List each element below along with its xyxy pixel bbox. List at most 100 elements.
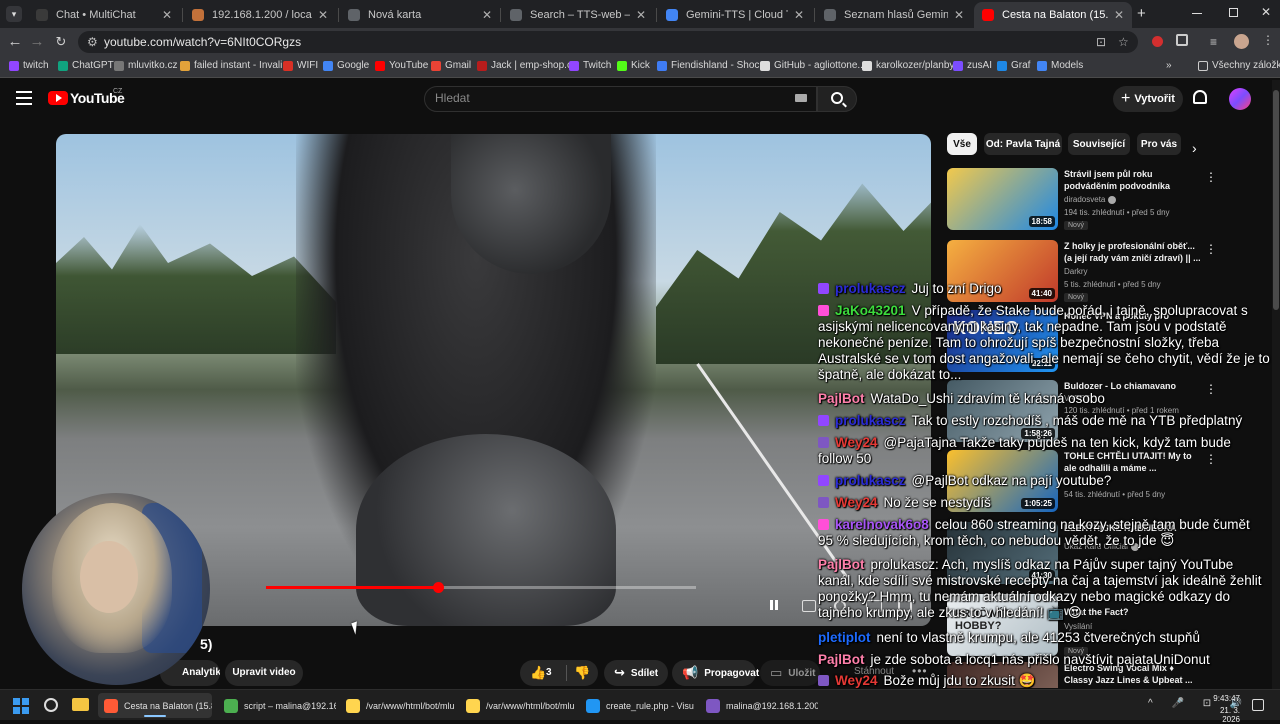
bookmark[interactable]: Google xyxy=(323,60,369,71)
clock-date[interactable]: 21. 3. 2026 xyxy=(1204,706,1240,724)
close-icon[interactable]: ✕ xyxy=(318,8,328,22)
video-title[interactable]: Konec VPN a pokuty pro xyxy=(1064,310,1204,322)
youtube-logo-icon[interactable] xyxy=(48,91,68,105)
bookmark[interactable]: karolkozer/planby xyxy=(862,60,954,71)
browser-tab-active[interactable]: Cesta na Balaton (15.8.25) - You ✕ xyxy=(974,2,1132,28)
browser-tab[interactable]: Nová karta ✕ xyxy=(340,2,500,28)
chip-related[interactable]: Související xyxy=(1068,133,1130,155)
video-progress-bar[interactable] xyxy=(266,582,696,593)
close-icon[interactable]: ✕ xyxy=(482,8,492,22)
taskbar-app-chrome[interactable]: Cesta na Balaton (15.8.2 xyxy=(98,693,212,718)
video-title[interactable]: TOHLE CHTĚLI UTAJIT! My to ale odhalili … xyxy=(1064,450,1204,474)
more-actions-icon[interactable]: ••• xyxy=(912,664,928,678)
video-title[interactable]: Electro Swing Vocal Mix ♦ Classy Jazz Li… xyxy=(1064,662,1204,686)
close-icon[interactable]: ✕ xyxy=(162,8,172,22)
video-menu-icon[interactable]: ⋮ xyxy=(1205,242,1217,256)
close-icon[interactable]: ✕ xyxy=(954,8,964,22)
all-bookmarks-folder[interactable]: Všechny záložky xyxy=(1198,60,1280,71)
theater-mode-icon[interactable] xyxy=(866,600,882,612)
taskbar-app-ssh[interactable]: malina@192.168.1.200 xyxy=(700,693,818,718)
video-thumbnail[interactable]: 18:58 xyxy=(947,168,1058,230)
notification-center-icon[interactable] xyxy=(1252,699,1264,711)
video-thumbnail[interactable]: 41:30 xyxy=(947,522,1058,584)
bookmark[interactable]: Models xyxy=(1037,60,1083,71)
video-thumbnail[interactable]: 1:05:25 xyxy=(947,450,1058,512)
bookmark[interactable]: mluvitko.cz xyxy=(114,60,177,71)
chevron-right-icon[interactable]: › xyxy=(1192,140,1197,156)
video-scrubber-handle[interactable] xyxy=(433,582,444,593)
address-bar[interactable]: ⚙ youtube.com/watch?v=6NIt0CORgzs ⊡ ☆ xyxy=(78,31,1138,53)
chrome-menu-icon[interactable]: ⋮ xyxy=(1262,33,1274,47)
taskbar-app-vscode[interactable]: create_rule.php - Visu xyxy=(580,693,698,718)
recommended-video[interactable]: 41:30 ELEKTRICKÉ NABÍJEČKA Ukaž Káru Off… xyxy=(947,522,1247,588)
install-app-icon[interactable]: ⊡ xyxy=(1096,35,1106,49)
channel-name[interactable]: Ukaž Káru Official xyxy=(1064,542,1139,551)
browser-tab[interactable]: Gemini-TTS | Cloud Text-to-Sp ✕ xyxy=(658,2,812,28)
fullscreen-icon[interactable] xyxy=(898,600,912,612)
recommended-video[interactable]: 1:05:25 TOHLE CHTĚLI UTAJIT! My to ale o… xyxy=(947,450,1247,516)
bookmark[interactable]: Graf xyxy=(997,60,1030,71)
video-thumbnail[interactable]: 41:40 xyxy=(947,240,1058,302)
video-thumbnail[interactable]: PROČ MÍTI HOBBY? xyxy=(947,594,1058,656)
video-menu-icon[interactable]: ⋮ xyxy=(1205,452,1217,466)
hamburger-menu-icon[interactable] xyxy=(16,91,32,105)
recommended-video[interactable]: KONEC 22:11 Konec VPN a pokuty pro xyxy=(947,310,1247,376)
video-title[interactable]: Strávil jsem půl roku podváděním podvodn… xyxy=(1064,168,1204,192)
save-button[interactable]: ▭ Uložit xyxy=(760,660,820,686)
browser-tab[interactable]: Search – TTS-web – Google Clo ✕ xyxy=(502,2,654,28)
windows-start-icon[interactable] xyxy=(13,698,29,714)
bookmarks-overflow-chevron-icon[interactable]: » xyxy=(1166,60,1172,71)
back-arrow-icon[interactable]: ← xyxy=(6,33,24,50)
forward-arrow-icon[interactable]: → xyxy=(28,33,46,50)
subtitles-icon[interactable] xyxy=(802,600,816,612)
minimize-icon[interactable] xyxy=(1192,13,1202,14)
search-input[interactable] xyxy=(435,91,775,105)
profile-avatar[interactable] xyxy=(1234,34,1249,49)
video-title[interactable]: ELEKTRICKÉ NABÍJEČKA xyxy=(1064,522,1204,534)
thumbs-up-icon[interactable]: 👍 xyxy=(530,665,546,681)
reading-list-icon[interactable]: ≡ xyxy=(1210,35,1217,49)
download-button[interactable]: Stáhnout xyxy=(854,666,894,677)
site-info-icon[interactable]: ⚙ xyxy=(87,35,98,49)
bookmark[interactable]: WIFI xyxy=(283,60,318,71)
restore-icon[interactable] xyxy=(1229,8,1238,17)
page-scrollbar-thumb[interactable] xyxy=(1273,90,1279,310)
search-button[interactable] xyxy=(817,86,857,112)
bookmark[interactable]: Kick xyxy=(617,60,650,71)
tab-search-button[interactable]: ▾ xyxy=(6,6,22,22)
recommended-video[interactable]: PROČ MÍTI HOBBY? What the Fact? Vysílání… xyxy=(947,594,1247,660)
video-thumbnail[interactable]: KONEC 22:11 xyxy=(947,310,1058,372)
video-title[interactable]: Buldozer - Lo chiamavano xyxy=(1064,380,1204,392)
channel-name[interactable]: Darkry xyxy=(1064,267,1088,276)
bookmark[interactable]: Fiendishland - Shoc... xyxy=(657,60,768,71)
recommended-video[interactable]: 1:58:26 Buldozer - Lo chiamavano VAPET 1… xyxy=(947,380,1247,446)
close-window-icon[interactable]: ✕ xyxy=(1261,5,1271,19)
recommended-video[interactable]: Electro Swing Vocal Mix ♦ Classy Jazz Li… xyxy=(947,662,1247,688)
video-title[interactable]: What the Fact? xyxy=(1064,606,1204,618)
taskbar-app-terminal[interactable]: script – malina@192.168 xyxy=(218,693,336,718)
file-explorer-icon[interactable] xyxy=(72,698,89,711)
video-menu-icon[interactable]: ⋮ xyxy=(1205,382,1217,396)
settings-gear-icon[interactable] xyxy=(834,600,846,612)
bookmark[interactable]: zusAI xyxy=(953,60,992,71)
notifications-bell-icon[interactable] xyxy=(1193,90,1207,104)
chip-from-channel[interactable]: Od: Pavla Tajná xyxy=(984,133,1062,155)
recommended-video[interactable]: 18:58 Strávil jsem půl roku podváděním p… xyxy=(947,168,1247,234)
account-avatar[interactable] xyxy=(1229,88,1251,110)
recommended-video[interactable]: 41:40 Z holky je profesionální oběť... (… xyxy=(947,240,1247,306)
keyboard-icon[interactable] xyxy=(795,94,807,102)
pause-icon[interactable] xyxy=(768,600,782,612)
video-menu-icon[interactable]: ⋮ xyxy=(1205,170,1217,184)
new-tab-button[interactable]: + xyxy=(1137,5,1146,22)
bookmark[interactable]: Twitch xyxy=(569,60,611,71)
bookmark[interactable]: Gmail xyxy=(431,60,471,71)
edit-video-button[interactable]: Upravit video xyxy=(225,660,303,686)
bookmark[interactable]: YouTube xyxy=(375,60,428,71)
channel-name[interactable]: diradosveta xyxy=(1064,195,1117,204)
close-icon[interactable]: ✕ xyxy=(636,8,646,22)
channel-name[interactable]: VAPET xyxy=(1064,394,1090,403)
browser-tab[interactable]: Seznam hlasů Gemini-TTS ✕ xyxy=(816,2,972,28)
taskbar-search-icon[interactable] xyxy=(44,698,58,712)
bookmark[interactable]: Jack | emp-shop.cz xyxy=(477,60,577,71)
clock-time[interactable]: 9:43:47 xyxy=(1212,694,1240,703)
